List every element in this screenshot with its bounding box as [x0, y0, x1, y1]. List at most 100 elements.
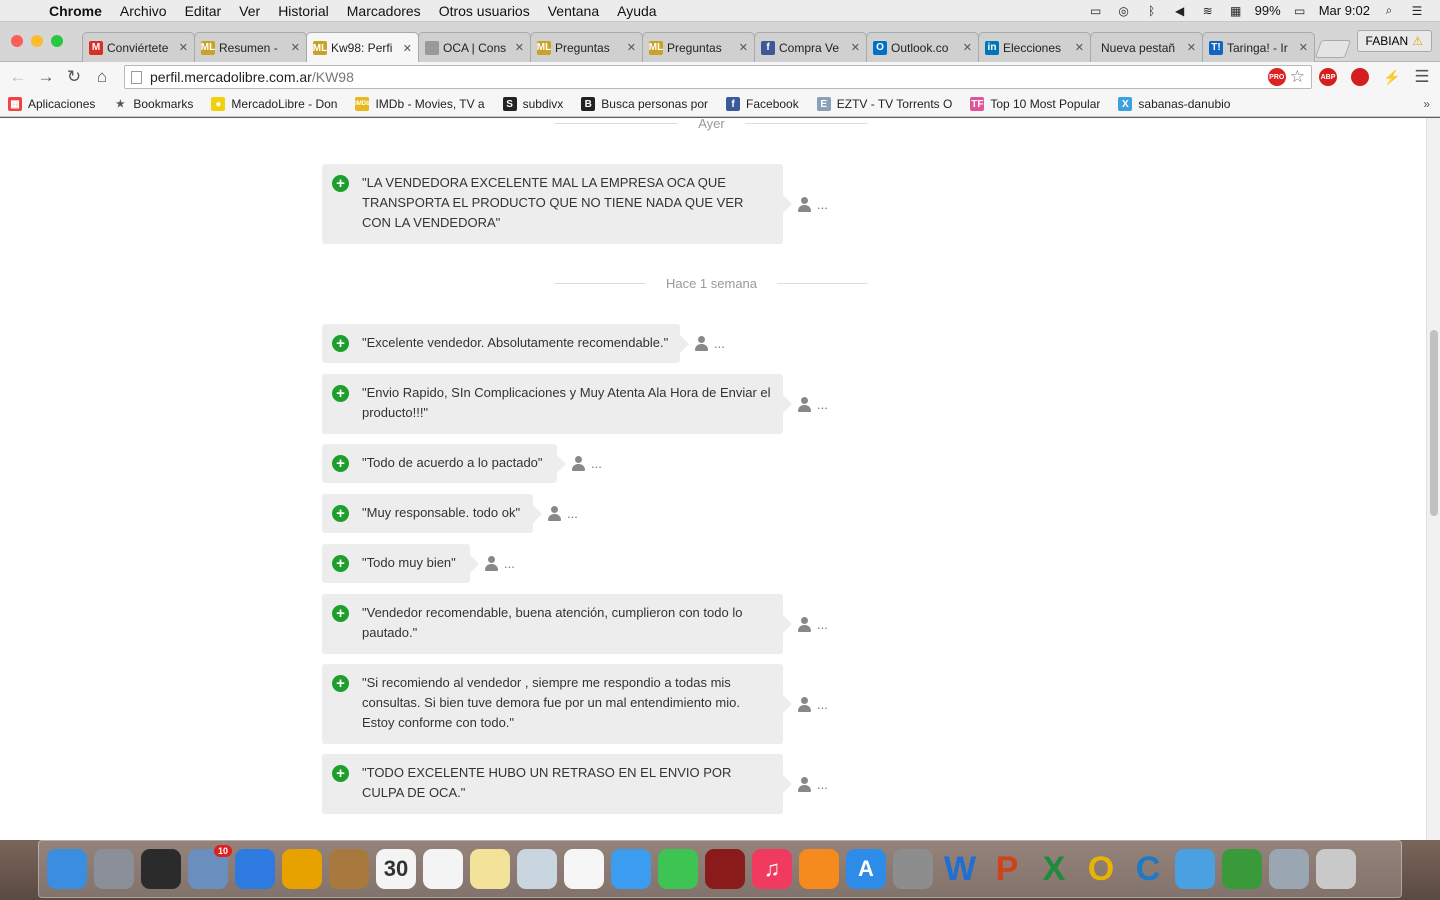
photos-icon[interactable]: [564, 849, 604, 889]
powerpoint-icon[interactable]: P: [987, 849, 1027, 889]
flag-icon[interactable]: ▦: [1227, 4, 1245, 18]
menu-marcadores[interactable]: Marcadores: [338, 3, 430, 19]
wifi-icon[interactable]: ≋: [1199, 4, 1217, 18]
bookmark-4[interactable]: Ssubdivx: [502, 97, 563, 111]
outlook-icon[interactable]: O: [1081, 849, 1121, 889]
calendar-icon[interactable]: 30: [376, 849, 416, 889]
app-menu[interactable]: Chrome: [40, 3, 111, 19]
feedback-author[interactable]: ...: [797, 196, 828, 212]
bookmark-7[interactable]: E EZTV - TV Torrents O: [816, 97, 952, 111]
lightning-icon-button[interactable]: ⚡: [1376, 68, 1408, 86]
menu-historial[interactable]: Historial: [269, 3, 338, 19]
forward-arrow-icon[interactable]: →: [32, 67, 60, 87]
battery-percent[interactable]: 99%: [1255, 3, 1281, 18]
accessibility-icon[interactable]: ◎: [1115, 4, 1133, 18]
tab-6[interactable]: f Compra Ve ✕: [754, 32, 867, 62]
tab-close-icon[interactable]: ✕: [179, 41, 188, 54]
menu-archivo[interactable]: Archivo: [111, 3, 176, 19]
bookmark-8[interactable]: TF Top 10 Most Popular: [970, 97, 1100, 111]
tab-close-icon[interactable]: ✕: [963, 41, 972, 54]
tab-9[interactable]: Nueva pestañ ✕: [1090, 32, 1203, 62]
menu-editar[interactable]: Editar: [176, 3, 231, 19]
feedback-author[interactable]: ...: [694, 336, 725, 351]
adblock-plus-icon-button[interactable]: ABP: [1312, 68, 1344, 86]
menu-ventana[interactable]: Ventana: [539, 3, 608, 19]
reminders-icon[interactable]: [423, 849, 463, 889]
word-icon[interactable]: W: [940, 849, 980, 889]
spotlight-icon[interactable]: ⌕: [1380, 3, 1398, 18]
feedback-author[interactable]: ...: [797, 776, 828, 792]
tab-close-icon[interactable]: ✕: [515, 41, 524, 54]
profile-button[interactable]: FABIAN ⚠: [1356, 30, 1432, 52]
tab-close-icon[interactable]: ✕: [1187, 41, 1196, 54]
new-tab-button[interactable]: [1314, 40, 1352, 58]
photo-booth-icon[interactable]: [705, 849, 745, 889]
page-scrollbar[interactable]: [1426, 118, 1440, 840]
airplay-icon[interactable]: ▭: [1087, 4, 1105, 18]
itunes-icon[interactable]: ♫: [752, 849, 792, 889]
reload-icon[interactable]: ↻: [60, 67, 88, 87]
tab-close-icon[interactable]: ✕: [739, 41, 748, 54]
scrollbar-thumb[interactable]: [1430, 330, 1438, 516]
tab-5[interactable]: ML Preguntas ✕: [642, 32, 755, 62]
tab-close-icon[interactable]: ✕: [291, 41, 300, 54]
notification-center-icon[interactable]: ☰: [1408, 4, 1426, 18]
feedback-author[interactable]: ...: [797, 616, 828, 632]
utility-icon[interactable]: [1269, 849, 1309, 889]
clock[interactable]: Mar 9:02: [1319, 3, 1370, 18]
finder-icon[interactable]: [47, 849, 87, 889]
menu-otros-usuarios[interactable]: Otros usuarios: [430, 3, 539, 19]
tab-1[interactable]: ML Resumen - ✕: [194, 32, 307, 62]
adblock-icon-button[interactable]: [1344, 68, 1376, 86]
menu-ver[interactable]: Ver: [230, 3, 269, 19]
bookmark-2[interactable]: ● MercadoLibre - Don: [211, 97, 337, 111]
launchpad-icon[interactable]: [94, 849, 134, 889]
tab-close-icon[interactable]: ✕: [1299, 41, 1308, 54]
tab-7[interactable]: O Outlook.co ✕: [866, 32, 979, 62]
app-store-icon[interactable]: A: [846, 849, 886, 889]
tab-8[interactable]: in Elecciones ✕: [978, 32, 1091, 62]
home-icon[interactable]: ⌂: [88, 67, 116, 87]
trash-icon[interactable]: [1316, 849, 1356, 889]
preview-icon[interactable]: [517, 849, 557, 889]
volume-icon[interactable]: ◀︎: [1171, 4, 1189, 18]
back-arrow-icon[interactable]: ←: [4, 67, 32, 87]
safari-icon[interactable]: [235, 849, 275, 889]
tab-0[interactable]: M Conviértete ✕: [82, 32, 195, 62]
contacts-icon[interactable]: [329, 849, 369, 889]
bookmark-5[interactable]: B Busca personas por: [581, 97, 708, 111]
notes-icon[interactable]: [470, 849, 510, 889]
minimize-window-button[interactable]: [31, 35, 43, 47]
bluetooth-icon[interactable]: ᛒ: [1143, 4, 1161, 18]
tab-4[interactable]: ML Preguntas ✕: [530, 32, 643, 62]
system-preferences-icon[interactable]: [893, 849, 933, 889]
network-icon[interactable]: [1222, 849, 1262, 889]
bookmark-star-icon[interactable]: ☆: [1290, 67, 1305, 87]
bookmark-1[interactable]: ★ Bookmarks: [113, 97, 194, 111]
chrome-menu-icon[interactable]: ☰: [1408, 67, 1436, 87]
feedback-author[interactable]: ...: [571, 456, 602, 471]
tab-close-icon[interactable]: ✕: [627, 41, 636, 54]
chrome-icon[interactable]: [282, 849, 322, 889]
communicator-icon[interactable]: C: [1128, 849, 1168, 889]
zoom-window-button[interactable]: [51, 35, 63, 47]
excel-icon[interactable]: X: [1034, 849, 1074, 889]
close-window-button[interactable]: [11, 35, 23, 47]
bookmark-0[interactable]: ▦ Aplicaciones: [8, 97, 95, 111]
bookmark-6[interactable]: f Facebook: [726, 97, 799, 111]
battery-icon[interactable]: ▭: [1291, 4, 1309, 18]
bookmarks-overflow-button[interactable]: »: [1423, 97, 1430, 111]
bookmark-9[interactable]: Xsabanas-danubio: [1118, 97, 1230, 111]
tab-close-icon[interactable]: ✕: [851, 41, 860, 54]
tab-close-icon[interactable]: ✕: [403, 42, 412, 55]
tab-2[interactable]: ML Kw98: Perfi ✕: [306, 32, 419, 63]
facetime-icon[interactable]: [658, 849, 698, 889]
tab-3[interactable]: OCA | Cons ✕: [418, 32, 531, 62]
tab-10[interactable]: T! Taringa! - Ir ✕: [1202, 32, 1315, 62]
mission-control-icon[interactable]: [141, 849, 181, 889]
address-bar[interactable]: perfil.mercadolibre.com.ar /KW98 PRO ☆: [124, 65, 1312, 89]
feedback-author[interactable]: ...: [797, 396, 828, 412]
ibooks-icon[interactable]: [799, 849, 839, 889]
feedback-author[interactable]: ...: [484, 556, 515, 571]
pro-extension-icon[interactable]: PRO: [1267, 68, 1286, 86]
